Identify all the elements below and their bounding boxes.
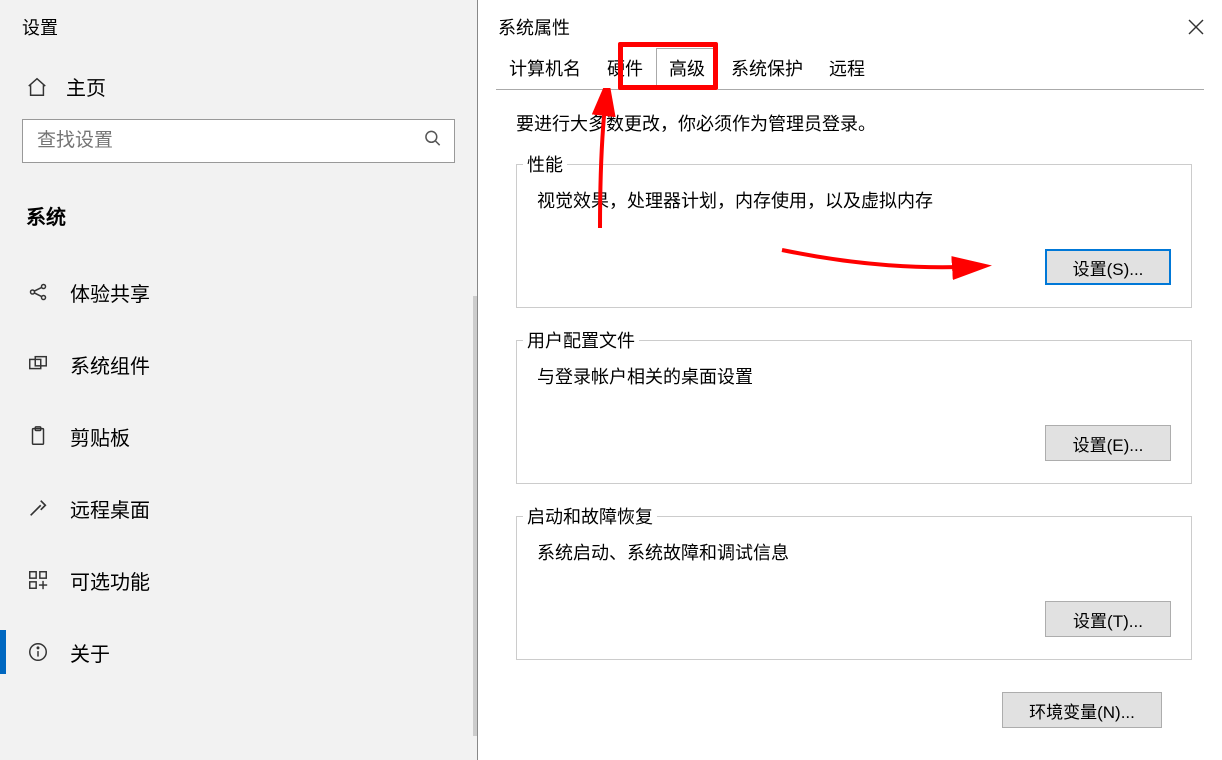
nav-label: 系统组件 [70, 350, 150, 379]
startup-recovery-settings-button[interactable]: 设置(T)... [1045, 601, 1171, 637]
tab-system-protection[interactable]: 系统保护 [718, 48, 816, 90]
settings-sidebar: 设置 主页 系统 [0, 0, 478, 760]
group-performance: 性能 视觉效果，处理器计划，内存使用，以及虚拟内存 设置(S)... [516, 164, 1192, 308]
grid-plus-icon [26, 568, 50, 592]
section-title-system: 系统 [0, 191, 477, 256]
close-button[interactable] [1184, 15, 1208, 39]
nav-label: 体验共享 [70, 278, 150, 307]
clipboard-icon [26, 424, 50, 448]
sidebar-item-about[interactable]: 关于 [0, 616, 477, 688]
user-profiles-settings-button[interactable]: 设置(E)... [1045, 425, 1171, 461]
home-label: 主页 [66, 72, 106, 101]
dialog-titlebar: 系统属性 [478, 0, 1222, 52]
search-icon [423, 129, 443, 154]
components-icon [26, 352, 50, 376]
group-desc-user-profiles: 与登录帐户相关的桌面设置 [537, 363, 1171, 389]
nav-label: 远程桌面 [70, 494, 150, 523]
performance-settings-button[interactable]: 设置(S)... [1045, 249, 1171, 285]
home-icon [26, 76, 48, 98]
info-icon [26, 640, 50, 664]
group-desc-performance: 视觉效果，处理器计划，内存使用，以及虚拟内存 [537, 187, 1171, 213]
group-startup-recovery: 启动和故障恢复 系统启动、系统故障和调试信息 设置(T)... [516, 516, 1192, 660]
scrollbar[interactable] [473, 296, 477, 736]
group-legend-user-profiles: 用户配置文件 [523, 327, 639, 353]
group-user-profiles: 用户配置文件 与登录帐户相关的桌面设置 设置(E)... [516, 340, 1192, 484]
sidebar-item-clipboard[interactable]: 剪贴板 [0, 400, 477, 472]
share-icon [26, 280, 50, 304]
dialog-title: 系统属性 [498, 14, 570, 40]
system-properties-dialog: 系统属性 计算机名 硬件 高级 系统保护 远程 要进行大多数更改，你必须作为管理… [478, 0, 1222, 760]
dialog-body: 要进行大多数更改，你必须作为管理员登录。 性能 视觉效果，处理器计划，内存使用，… [478, 90, 1222, 748]
sidebar-item-system-components[interactable]: 系统组件 [0, 328, 477, 400]
environment-variables-button[interactable]: 环境变量(N)... [1002, 692, 1162, 728]
settings-title: 设置 [0, 0, 477, 60]
nav-label: 关于 [70, 638, 110, 667]
admin-note: 要进行大多数更改，你必须作为管理员登录。 [516, 110, 1192, 136]
tab-advanced[interactable]: 高级 [656, 48, 718, 90]
sidebar-item-home[interactable]: 主页 [0, 60, 477, 119]
group-legend-startup-recovery: 启动和故障恢复 [523, 503, 657, 529]
search-container [22, 119, 455, 163]
group-legend-performance: 性能 [523, 151, 567, 177]
nav-label: 可选功能 [70, 566, 150, 595]
remote-icon [26, 496, 50, 520]
tab-remote[interactable]: 远程 [816, 48, 878, 90]
sidebar-item-optional-features[interactable]: 可选功能 [0, 544, 477, 616]
sidebar-item-remote-desktop[interactable]: 远程桌面 [0, 472, 477, 544]
tab-strip: 计算机名 硬件 高级 系统保护 远程 [496, 52, 1204, 90]
nav-label: 剪贴板 [70, 422, 130, 451]
sidebar-item-experience-share[interactable]: 体验共享 [0, 256, 477, 328]
search-input[interactable] [22, 119, 455, 163]
tab-hardware[interactable]: 硬件 [594, 48, 656, 90]
tab-computer-name[interactable]: 计算机名 [496, 48, 594, 90]
group-desc-startup-recovery: 系统启动、系统故障和调试信息 [537, 539, 1171, 565]
